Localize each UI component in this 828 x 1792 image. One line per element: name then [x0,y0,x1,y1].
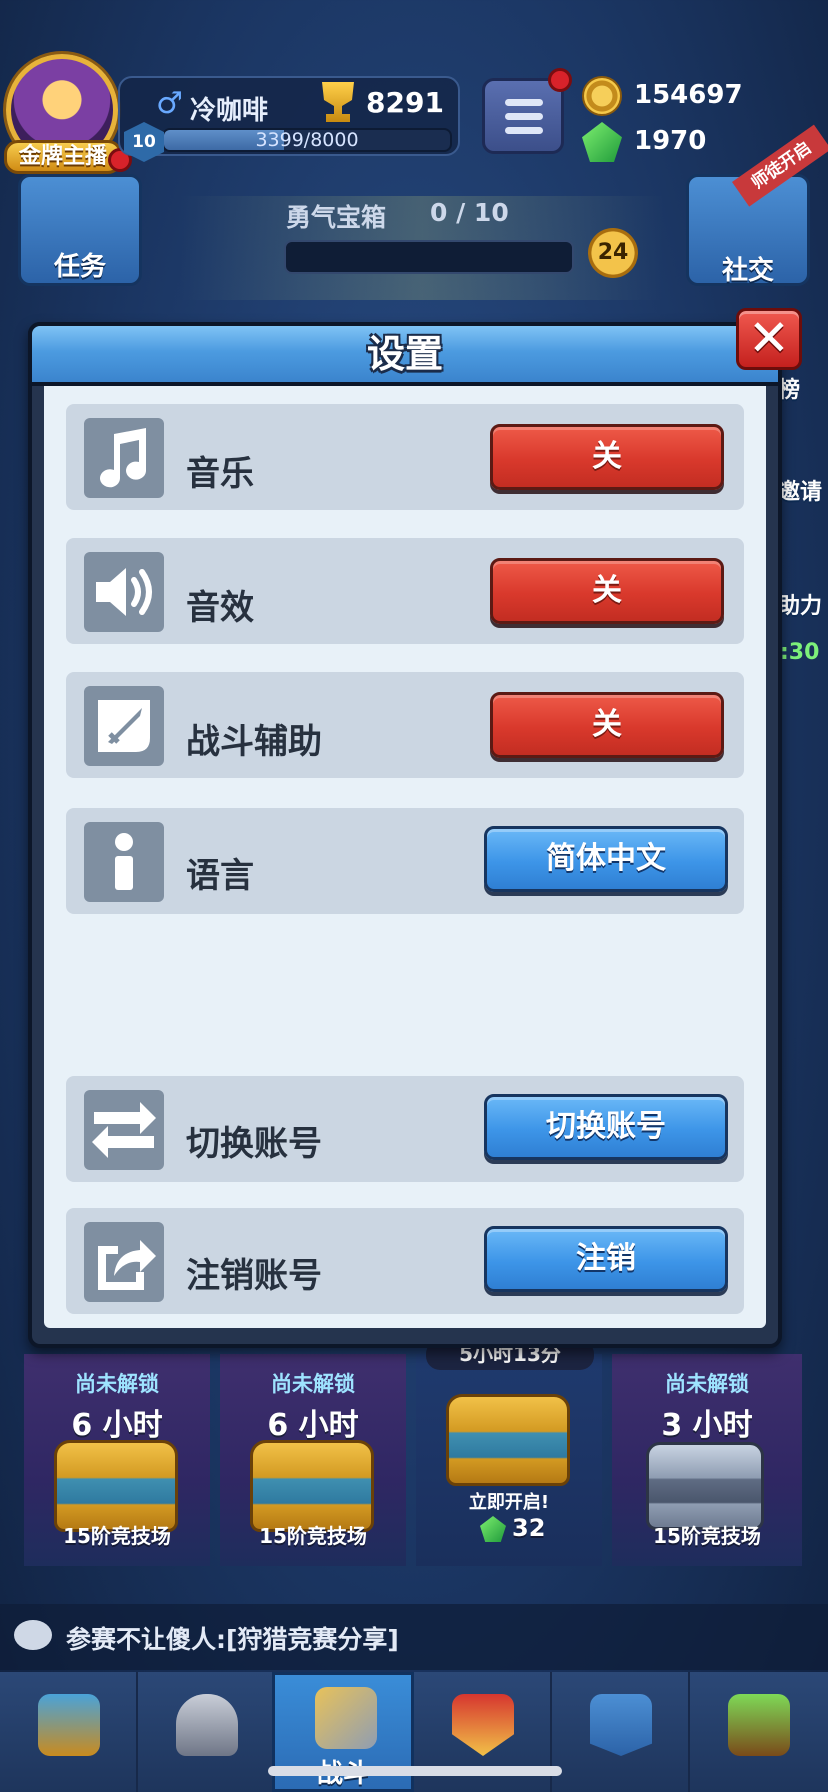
trophy-count: 8291 [366,86,444,119]
slot-status: 尚未解锁 [75,1372,159,1396]
nav-tab-shop[interactable] [0,1672,138,1792]
sfx-label: 音效 [186,588,254,628]
friends-banner-icon [590,1694,652,1756]
menu-icon-bar [505,113,543,120]
social-label: 社交 [721,256,774,286]
courage-chest-bar [284,240,574,274]
switch-arrows-icon [84,1090,164,1170]
chest-slot-4[interactable]: 尚未解锁 3 小时 15阶竞技场 [612,1354,802,1566]
menu-notification-dot [548,68,572,92]
sprout-icon [728,1694,790,1756]
courage-chest-progress: 0 / 10 [430,198,509,227]
sword-icon [84,686,164,766]
slot-status: 尚未解锁 [665,1372,749,1396]
music-toggle-button[interactable]: 关 [490,424,724,490]
info-icon [84,822,164,902]
slot-time: 6 小时 [267,1408,359,1443]
delete-account-button[interactable]: 注销 [484,1226,728,1292]
slot-arena: 15阶竞技场 [259,1524,367,1548]
language-label: 语言 [186,856,254,896]
nav-tab-heroes[interactable] [138,1672,276,1792]
battle-assist-label: 战斗辅助 [186,722,322,762]
slot-arena: 15阶竞技场 [63,1524,171,1548]
chat-bubble-icon [14,1620,52,1650]
nav-tab-garden[interactable] [690,1672,828,1792]
menu-icon-bar [505,127,543,134]
battle-assist-toggle-button[interactable]: 关 [490,692,724,758]
task-label: 任务 [53,252,106,282]
delete-account-label: 注销账号 [186,1256,322,1296]
home-indicator[interactable] [268,1766,562,1776]
player-name: 冷咖啡 [190,96,269,126]
edge-label-assist: 助力 [778,594,823,619]
gold-chest-icon [250,1440,374,1532]
gold-chest-icon [446,1394,570,1486]
silver-chest-icon [646,1442,764,1530]
gem-cost: 32 [512,1514,546,1542]
settings-title: 设置 [366,332,443,376]
language-select-button[interactable]: 简体中文 [484,826,728,892]
close-button[interactable]: ✕ [736,308,802,370]
treasure-chest-icon [38,1694,100,1756]
gold-chest-icon [54,1440,178,1532]
xp-text: 3399/8000 [255,129,359,151]
coin-icon [582,76,622,116]
sfx-toggle-button[interactable]: 关 [490,558,724,624]
edge-timer: :30 [780,640,820,665]
male-gender-icon: ♂ [156,86,183,121]
coin-amount: 154697 [634,80,743,110]
nav-tab-social[interactable] [552,1672,690,1792]
courage-chest-title: 勇气宝箱 [286,203,387,232]
gem-icon [582,122,622,162]
avatar-badge: 金牌主播 [4,140,122,174]
chest-slot-2[interactable]: 尚未解锁 6 小时 15阶竞技场 [220,1354,406,1566]
music-note-icon [84,418,164,498]
share-export-icon [84,1222,164,1302]
slot-arena: 15阶竞技场 [653,1524,761,1548]
gem-amount: 1970 [634,126,707,156]
chest-slot-3[interactable]: 立即开启! 32 [416,1354,602,1566]
switch-account-button[interactable]: 切换账号 [484,1094,728,1160]
crossed-swords-icon [315,1687,377,1749]
crown-shield-icon [452,1694,514,1756]
slot-time: 6 小时 [71,1408,163,1443]
chest-slot-1[interactable]: 尚未解锁 6 小时 15阶竞技场 [24,1354,210,1566]
chest-count-badge: 24 [588,228,638,278]
menu-icon [505,99,543,106]
edge-label-invite: 邀请 [778,480,823,505]
knight-helmet-icon [176,1694,238,1756]
open-now-label: 立即开启! [468,1492,550,1513]
speaker-icon [84,552,164,632]
slot-status: 尚未解锁 [271,1372,355,1396]
chat-message: 参赛不让傻人:[狩猎竞赛分享] [66,1625,399,1654]
music-label: 音乐 [186,454,254,494]
gem-icon [480,1516,506,1542]
slot-time: 3 小时 [661,1408,753,1443]
switch-account-label: 切换账号 [186,1124,322,1164]
